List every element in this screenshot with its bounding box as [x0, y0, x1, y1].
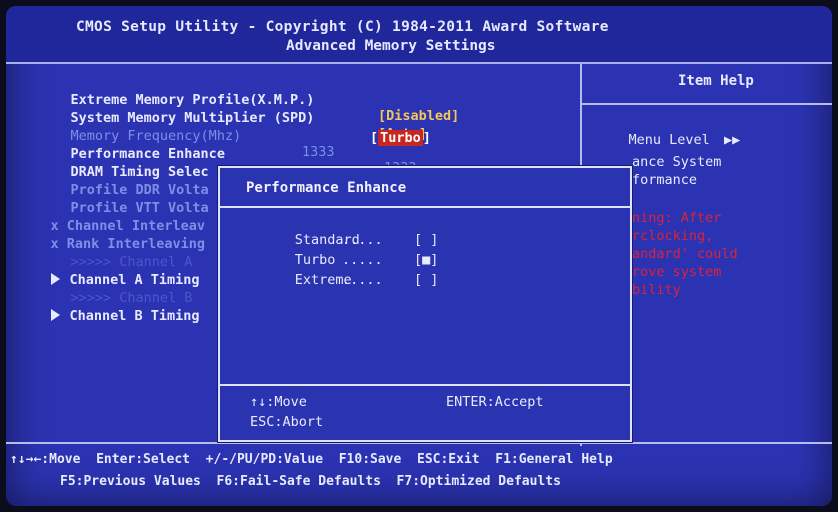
menu-level-arrows-icon: ▶▶	[724, 132, 741, 148]
help-warning-line: bility	[632, 282, 681, 298]
help-divider	[582, 103, 832, 105]
performance-enhance-value[interactable]: [Turbo]	[370, 130, 431, 146]
option-checkbox-selected: [■]	[414, 252, 439, 268]
popup-title-divider	[220, 206, 630, 208]
option-dots: .....	[342, 272, 383, 288]
popup-accept-hint: ENTER:Accept	[446, 394, 544, 410]
help-warning-line: rclocking,	[632, 228, 714, 244]
popup-move-hint: ↑↓:Move	[250, 394, 307, 410]
help-text-line: ance System	[632, 154, 722, 170]
submenu-channel-b-timing[interactable]: Channel B Timing	[18, 292, 200, 340]
title-bar: CMOS Setup Utility - Copyright (C) 1984-…	[6, 6, 832, 64]
frequency-value: 1333	[302, 144, 335, 160]
option-checkbox: [ ]	[414, 232, 439, 248]
popup-abort-hint: ESC:Abort	[250, 414, 324, 430]
option-checkbox: [ ]	[414, 272, 439, 288]
item-help-title: Item Help	[678, 73, 754, 89]
keybar-line-2: F5:Previous Values F6:Fail-Safe Defaults…	[60, 474, 561, 489]
setting-value: [Disabled]	[378, 108, 460, 124]
performance-enhance-popup: Performance Enhance Standard.....[ ] Tur…	[218, 166, 632, 442]
help-warning-line: ning: After	[632, 210, 722, 226]
option-dots: .....	[342, 232, 383, 248]
submenu-arrow-icon	[50, 309, 60, 321]
keybar-divider	[6, 442, 832, 444]
page-title: Advanced Memory Settings	[286, 38, 496, 54]
popup-footer-divider	[220, 384, 630, 386]
selected-value-highlight: Turbo	[378, 130, 423, 146]
popup-title: Performance Enhance	[246, 180, 407, 196]
keybar-line-1: ↑↓→←:Move Enter:Select +/-/PU/PD:Value F…	[10, 452, 613, 467]
option-extreme[interactable]: Extreme.....[ ]	[246, 256, 439, 304]
help-warning-line: andard' could	[632, 246, 738, 262]
bios-screen: CMOS Setup Utility - Copyright (C) 1984-…	[6, 6, 832, 506]
submenu-label: Channel B Timing	[69, 308, 200, 324]
help-warning-line: rove system	[632, 264, 722, 280]
copyright-line: CMOS Setup Utility - Copyright (C) 1984-…	[76, 19, 609, 35]
help-text-line: formance	[632, 172, 698, 188]
